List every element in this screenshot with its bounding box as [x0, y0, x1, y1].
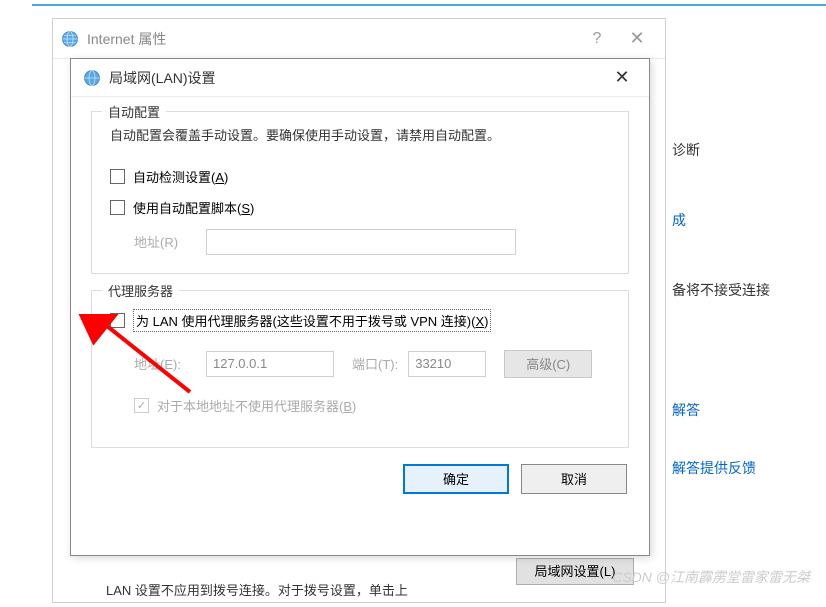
advanced-button: 高级(C) [504, 350, 592, 378]
use-proxy-row[interactable]: 为 LAN 使用代理服务器(这些设置不用于拨号或 VPN 连接)(X) [110, 309, 610, 332]
script-address-row: 地址(R) [134, 229, 610, 255]
auto-detect-label: 自动检测设置(A) [133, 167, 228, 186]
bypass-local-label: 对于本地地址不使用代理服务器(B) [157, 396, 356, 415]
dialog-button-row: 确定 取消 [91, 464, 629, 494]
help-button[interactable]: ? [577, 24, 617, 54]
proxy-port-label: 端口(T): [352, 354, 398, 373]
auto-detect-row[interactable]: 自动检测设置(A) [110, 167, 610, 186]
internet-properties-titlebar: Internet 属性 ? ✕ [53, 19, 665, 59]
internet-properties-title: Internet 属性 [87, 29, 577, 49]
auto-detect-checkbox[interactable] [110, 169, 125, 184]
globe-icon [61, 30, 79, 48]
use-proxy-checkbox[interactable] [110, 313, 125, 328]
side-link-answer[interactable]: 解答 [672, 400, 822, 420]
use-script-row[interactable]: 使用自动配置脚本(S) [110, 198, 610, 217]
bypass-local-row: 对于本地地址不使用代理服务器(B) [134, 396, 610, 415]
side-link-feedback[interactable]: 解答提供反馈 [672, 458, 822, 478]
cancel-button[interactable]: 取消 [521, 464, 627, 494]
watermark: CSDN @江南霹雳堂雷家雷无桀 [612, 567, 810, 587]
lan-settings-dialog: 局域网(LAN)设置 ✕ 自动配置 自动配置会覆盖手动设置。要确保使用手动设置，… [70, 58, 650, 556]
script-address-label: 地址(R) [134, 232, 196, 251]
side-text-noconn: 备将不接受连接 [672, 280, 822, 300]
proxy-address-label: 地址(E): [134, 354, 196, 373]
use-script-checkbox[interactable] [110, 200, 125, 215]
globe-icon [83, 69, 101, 87]
auto-config-desc: 自动配置会覆盖手动设置。要确保使用手动设置，请禁用自动配置。 [110, 126, 610, 147]
lan-dialog-body: 自动配置 自动配置会覆盖手动设置。要确保使用手动设置，请禁用自动配置。 自动检测… [71, 97, 649, 506]
proxy-address-input [206, 351, 334, 377]
side-link-done[interactable]: 成 [672, 210, 822, 230]
use-proxy-label: 为 LAN 使用代理服务器(这些设置不用于拨号或 VPN 连接)(X) [133, 309, 491, 332]
close-button-lan[interactable]: ✕ [607, 67, 637, 88]
proxy-server-legend: 代理服务器 [102, 281, 179, 300]
use-script-label: 使用自动配置脚本(S) [133, 198, 254, 217]
side-text-diag: 诊断 [672, 140, 822, 160]
auto-config-legend: 自动配置 [102, 102, 166, 121]
auto-config-group: 自动配置 自动配置会覆盖手动设置。要确保使用手动设置，请禁用自动配置。 自动检测… [91, 111, 629, 274]
script-address-input [206, 229, 516, 255]
lan-desc-bg: LAN 设置不应用到拨号连接。对于拨号设置，单击上 [106, 580, 408, 599]
proxy-address-row: 地址(E): 端口(T): 高级(C) [134, 350, 610, 378]
lan-dialog-title: 局域网(LAN)设置 [109, 68, 607, 88]
background-side-links: 诊断 成 备将不接受连接 解答 解答提供反馈 [672, 140, 822, 528]
close-button-parent[interactable]: ✕ [617, 24, 657, 54]
ok-button[interactable]: 确定 [403, 464, 509, 494]
proxy-port-input [408, 351, 486, 377]
lan-titlebar: 局域网(LAN)设置 ✕ [71, 59, 649, 97]
proxy-server-group: 代理服务器 为 LAN 使用代理服务器(这些设置不用于拨号或 VPN 连接)(X… [91, 290, 629, 448]
bypass-local-checkbox [134, 398, 149, 413]
